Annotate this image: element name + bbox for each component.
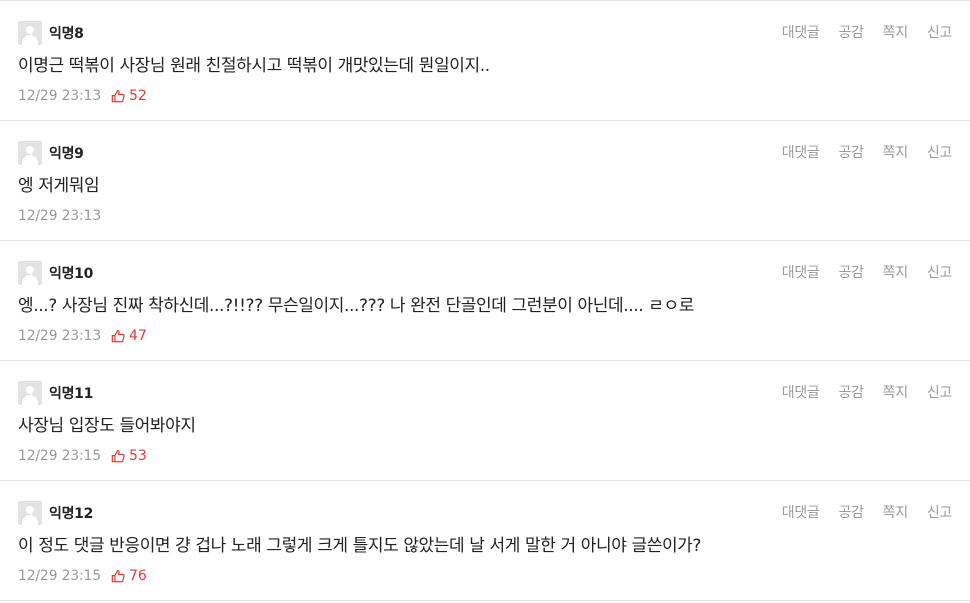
like-count-badge: 52 xyxy=(111,87,147,105)
comment-time: 12/29 23:13 xyxy=(18,328,101,344)
report-button[interactable]: 신고 xyxy=(927,384,952,402)
message-button[interactable]: 쪽지 xyxy=(883,384,908,402)
comment-actions: 대댓글 공감 쪽지 신고 xyxy=(782,144,953,162)
report-button[interactable]: 신고 xyxy=(927,144,952,162)
comment-list: 익명8 대댓글 공감 쪽지 신고 이명근 떡볶이 사장님 원래 친절하시고 떡볶… xyxy=(0,0,970,601)
comment-meta: 12/29 23:13 47 xyxy=(18,327,147,345)
comment-actions: 대댓글 공감 쪽지 신고 xyxy=(782,384,953,402)
comment-time: 12/29 23:15 xyxy=(18,448,101,464)
message-button[interactable]: 쪽지 xyxy=(883,24,908,42)
like-count: 53 xyxy=(128,448,147,464)
comment-text: 엥 저게뭐임 xyxy=(18,176,100,196)
message-button[interactable]: 쪽지 xyxy=(883,504,908,522)
reply-button[interactable]: 대댓글 xyxy=(782,264,820,282)
comment-actions: 대댓글 공감 쪽지 신고 xyxy=(782,264,953,282)
comment-meta: 12/29 23:13 xyxy=(18,207,101,225)
like-count-badge: 47 xyxy=(111,327,147,345)
reply-button[interactable]: 대댓글 xyxy=(782,24,820,42)
comment-actions: 대댓글 공감 쪽지 신고 xyxy=(782,504,953,522)
comment-item: 익명11 대댓글 공감 쪽지 신고 사장님 입장도 들어봐야지 12/29 23… xyxy=(0,361,970,481)
report-button[interactable]: 신고 xyxy=(927,264,952,282)
comment-time: 12/29 23:15 xyxy=(18,568,101,584)
comment-item: 익명9 대댓글 공감 쪽지 신고 엥 저게뭐임 12/29 23:13 xyxy=(0,121,970,241)
comment-header: 익명9 대댓글 공감 쪽지 신고 xyxy=(18,140,952,168)
vote-button[interactable]: 공감 xyxy=(838,144,863,162)
avatar-icon xyxy=(18,21,42,45)
comment-header: 익명8 대댓글 공감 쪽지 신고 xyxy=(18,20,952,48)
comment-item: 익명12 대댓글 공감 쪽지 신고 이 정도 댓글 반응이면 걍 겁나 노래 그… xyxy=(0,481,970,601)
reply-button[interactable]: 대댓글 xyxy=(782,384,820,402)
comment-meta: 12/29 23:15 76 xyxy=(18,567,147,585)
like-count: 47 xyxy=(128,328,147,344)
message-button[interactable]: 쪽지 xyxy=(883,144,908,162)
thumbs-up-icon xyxy=(111,89,125,103)
comment-nickname: 익명11 xyxy=(49,386,94,402)
comment-nickname: 익명8 xyxy=(49,26,84,42)
like-count-badge: 76 xyxy=(111,567,147,585)
vote-button[interactable]: 공감 xyxy=(838,384,863,402)
report-button[interactable]: 신고 xyxy=(927,24,952,42)
avatar-icon xyxy=(18,141,42,165)
vote-button[interactable]: 공감 xyxy=(838,264,863,282)
comment-time: 12/29 23:13 xyxy=(18,208,101,224)
report-button[interactable]: 신고 xyxy=(927,504,952,522)
vote-button[interactable]: 공감 xyxy=(838,504,863,522)
comment-meta: 12/29 23:15 53 xyxy=(18,447,147,465)
thumbs-up-icon xyxy=(111,569,125,583)
comment-nickname: 익명12 xyxy=(49,506,94,522)
comment-header: 익명12 대댓글 공감 쪽지 신고 xyxy=(18,500,952,528)
avatar-icon xyxy=(18,381,42,405)
comment-nickname: 익명10 xyxy=(49,266,94,282)
comment-item: 익명10 대댓글 공감 쪽지 신고 엥...? 사장님 진짜 착하신데...?!… xyxy=(0,241,970,361)
like-count: 52 xyxy=(128,88,147,104)
comment-item: 익명8 대댓글 공감 쪽지 신고 이명근 떡볶이 사장님 원래 친절하시고 떡볶… xyxy=(0,1,970,121)
comment-text: 엥...? 사장님 진짜 착하신데...?!!?? 무슨일이지...??? 나 … xyxy=(18,296,694,316)
like-count-badge: 53 xyxy=(111,447,147,465)
comment-header: 익명11 대댓글 공감 쪽지 신고 xyxy=(18,380,952,408)
comment-actions: 대댓글 공감 쪽지 신고 xyxy=(782,24,953,42)
like-count: 76 xyxy=(128,568,147,584)
comment-nickname: 익명9 xyxy=(49,146,84,162)
comment-time: 12/29 23:13 xyxy=(18,88,101,104)
reply-button[interactable]: 대댓글 xyxy=(782,144,820,162)
avatar-icon xyxy=(18,501,42,525)
message-button[interactable]: 쪽지 xyxy=(883,264,908,282)
comment-text: 이 정도 댓글 반응이면 걍 겁나 노래 그렇게 크게 틀지도 않았는데 날 서… xyxy=(18,536,702,556)
thumbs-up-icon xyxy=(111,449,125,463)
vote-button[interactable]: 공감 xyxy=(838,24,863,42)
reply-button[interactable]: 대댓글 xyxy=(782,504,820,522)
comment-meta: 12/29 23:13 52 xyxy=(18,87,147,105)
thumbs-up-icon xyxy=(111,329,125,343)
comment-text: 이명근 떡볶이 사장님 원래 친절하시고 떡볶이 개맛있는데 뭔일이지.. xyxy=(18,56,490,76)
comment-header: 익명10 대댓글 공감 쪽지 신고 xyxy=(18,260,952,288)
avatar-icon xyxy=(18,261,42,285)
comment-text: 사장님 입장도 들어봐야지 xyxy=(18,416,196,436)
